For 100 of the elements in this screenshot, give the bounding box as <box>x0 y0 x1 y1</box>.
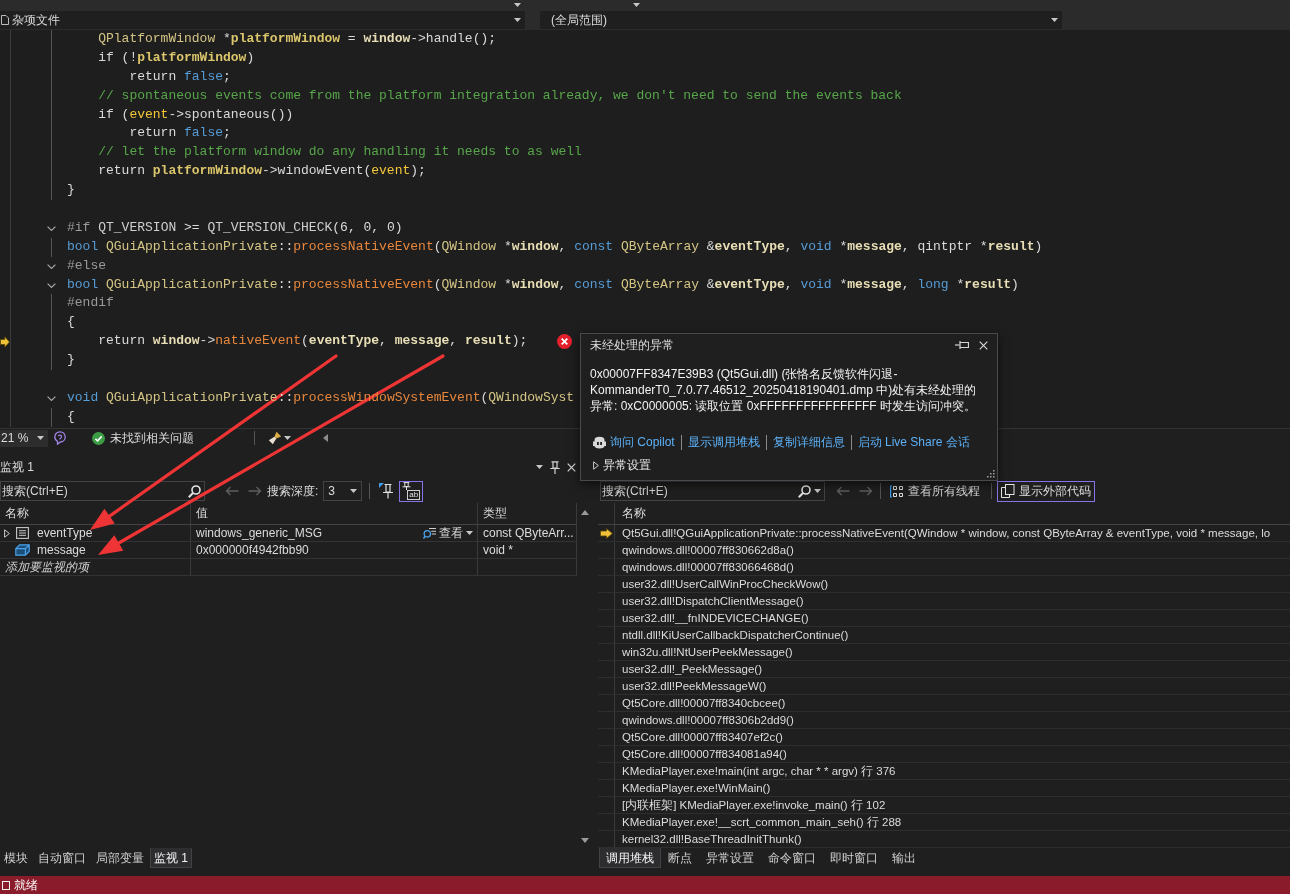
search-field[interactable]: 搜索(Ctrl+E) <box>0 481 205 501</box>
panel-tab[interactable]: 即时窗口 <box>823 848 885 868</box>
chevron-icon[interactable] <box>46 263 56 269</box>
magnifier-icon <box>423 527 436 539</box>
broom-icon[interactable] <box>268 431 282 445</box>
close-icon[interactable] <box>979 340 988 350</box>
stack-frame[interactable]: Qt5Core.dll!00007ff8340cbcee() <box>615 695 786 711</box>
caret-icon[interactable] <box>1051 18 1058 22</box>
grid-icon <box>890 484 904 498</box>
scroll-down-icon[interactable] <box>580 838 589 843</box>
code-line: #else <box>67 256 106 275</box>
caret-icon[interactable] <box>633 3 640 7</box>
stack-frame[interactable]: qwindows.dll!00007ff8306b2dd9() <box>615 712 794 728</box>
panel-tab[interactable]: 调用堆栈 <box>599 848 661 868</box>
stack-frame[interactable]: qwindows.dll!00007ff83066468d() <box>615 559 794 575</box>
column-header: 类型 <box>478 503 577 524</box>
panel-tab[interactable]: 命令窗口 <box>761 848 823 868</box>
list-icon <box>15 527 29 539</box>
search-icon[interactable] <box>188 484 201 498</box>
stack-frame[interactable]: user32.dll!PeekMessageW() <box>615 678 767 694</box>
code-line: return platformWindow->windowEvent(event); <box>98 162 426 181</box>
panel-title: 监视 1 <box>0 458 34 476</box>
bubble-icon[interactable] <box>54 431 66 445</box>
variable-name: eventType <box>37 526 93 540</box>
caret-icon[interactable] <box>37 436 44 440</box>
add-watch-field[interactable]: 添加要监视的项 <box>0 559 190 575</box>
chevron-icon[interactable] <box>46 225 56 231</box>
stack-frame[interactable]: win32u.dll!NtUserPeekMessage() <box>615 644 793 660</box>
variable-value: windows_generic_MSG <box>196 526 323 540</box>
action-link[interactable]: 显示调用堆栈 <box>687 433 760 451</box>
pin-icon[interactable] <box>955 340 969 350</box>
panel-tab[interactable]: 模块 <box>0 848 32 868</box>
stack-frame[interactable]: [内联框架] KMediaPlayer.exe!invoke_main() 行 102 <box>615 797 886 813</box>
stack-frame[interactable]: KMediaPlayer.exe!__scrt_common_main_seh() 行 288 <box>615 814 902 830</box>
popup-title: 未经处理的异常 <box>590 336 674 354</box>
pin-icon[interactable] <box>550 460 560 474</box>
caret-icon[interactable] <box>514 3 521 7</box>
code-line: bool QGuiApplicationPrivate::processNativeEvent(QWindow *window, const QByteArray &eventType, void *message, long *result) <box>67 275 1019 294</box>
stack-frame[interactable]: Qt5Core.dll!00007ff834081a94() <box>615 746 787 762</box>
stack-frame[interactable]: ntdll.dll!KiUserCallbackDispatcherContinue() <box>615 627 849 643</box>
panel-tab[interactable]: 监视 1 <box>150 848 192 868</box>
code-line: } <box>67 181 75 200</box>
stack-frame[interactable]: qwindows.dll!00007ff830662d8a() <box>615 542 794 558</box>
stack-frame[interactable]: Qt5Core.dll!00007ff83407ef2c() <box>615 729 783 745</box>
caret-icon[interactable] <box>814 489 821 493</box>
stack-frame[interactable]: KMediaPlayer.exe!main(int argc, char * * argv) 行 376 <box>615 763 896 779</box>
code-line: } <box>67 351 75 370</box>
pin-label-button[interactable]: ab <box>399 480 424 502</box>
ask-copilot-link[interactable]: 询问 Copilot <box>592 433 675 451</box>
expand-triangle-icon[interactable] <box>4 528 10 538</box>
robot-icon <box>592 435 607 449</box>
external-code-button[interactable]: 显示外部代码 <box>997 480 1095 502</box>
zoom-dropdown[interactable]: 21 % <box>0 429 48 447</box>
close-icon[interactable] <box>567 462 576 472</box>
caret-icon[interactable] <box>514 18 521 22</box>
check-circle-icon <box>92 431 105 445</box>
panel-tab[interactable]: 局部变量 <box>92 848 148 868</box>
stack-frame[interactable]: user32.dll!DispatchClientMessage() <box>615 593 804 609</box>
panel-tab[interactable]: 自动窗口 <box>34 848 90 868</box>
chevron-icon[interactable] <box>46 395 56 401</box>
scroll-left-icon[interactable] <box>323 434 328 442</box>
column-header: 名称 <box>621 505 646 522</box>
stack-frame[interactable]: kernel32.dll!BaseThreadInitThunk() <box>615 831 802 847</box>
caret-icon[interactable] <box>536 465 543 469</box>
project-dropdown[interactable]: 杂项文件 <box>0 11 525 29</box>
search-icon[interactable] <box>798 484 811 498</box>
exception-settings-toggle[interactable]: 异常设置 <box>590 456 651 474</box>
panel-tab[interactable]: 断点 <box>661 848 699 868</box>
file-icon <box>1 15 9 25</box>
caret-icon[interactable] <box>284 436 291 440</box>
stack-frame[interactable]: KMediaPlayer.exe!WinMain() <box>615 780 771 796</box>
code-line: if (!platformWindow) <box>98 48 255 67</box>
search-field[interactable]: 搜索(Ctrl+E) <box>600 481 825 501</box>
code-line: return window->nativeEvent(eventType, message, result); <box>98 332 528 351</box>
stack-frame[interactable]: user32.dll!UserCallWinProcCheckWow() <box>615 576 829 592</box>
action-link[interactable]: 启动 Live Share 会话 <box>857 433 970 451</box>
panel-tab[interactable]: 异常设置 <box>699 848 761 868</box>
stack-frame[interactable]: user32.dll!_PeekMessage() <box>615 661 762 677</box>
code-line: // let the platform window do any handling it needs to as well <box>98 143 582 162</box>
square-icon <box>2 880 10 890</box>
view-threads-button[interactable]: 查看所有线程 <box>886 480 984 502</box>
column-header: 值 <box>191 503 478 524</box>
variable-type: void * <box>483 543 514 557</box>
chevron-icon[interactable] <box>46 282 56 288</box>
stack-frame[interactable]: user32.dll!__fnINDEVICECHANGE() <box>615 610 809 626</box>
scope-dropdown[interactable]: (全局范围) <box>540 11 1062 29</box>
visualizer-button[interactable]: 查看 <box>421 525 475 541</box>
action-link[interactable]: 复制详细信息 <box>772 433 845 451</box>
code-line: { <box>67 407 75 426</box>
scroll-up-icon[interactable] <box>580 510 589 515</box>
exception-message: 0x00007FF8347E39B3 (Qt5Gui.dll) (张恪名反馈软件闪退-KommanderT0_7.0.77.46512_20250418190401.dmp 中)处有未经处理的异常: 0xC0000005: 读取位置 0xFFFFFFFFFFFFFFFF 时发生访问冲突。 <box>590 366 978 414</box>
code-line: QPlatformWindow *platformWindow = window->handle(); <box>98 30 497 48</box>
caret-icon[interactable] <box>350 489 358 493</box>
code-line: if (event->spontaneous()) <box>98 105 294 124</box>
status-text: 就绪 <box>14 876 38 894</box>
resize-grip-icon[interactable] <box>986 469 995 478</box>
pin-icon <box>379 483 394 499</box>
stack-frame[interactable]: Qt5Gui.dll!QGuiApplicationPrivate::processNativeEvent(QWindow * window, const QByteArray & eventType, void * message, lo <box>615 525 1271 541</box>
panel-tab[interactable]: 输出 <box>885 848 923 868</box>
depth-dropdown[interactable]: 3 <box>323 481 363 501</box>
